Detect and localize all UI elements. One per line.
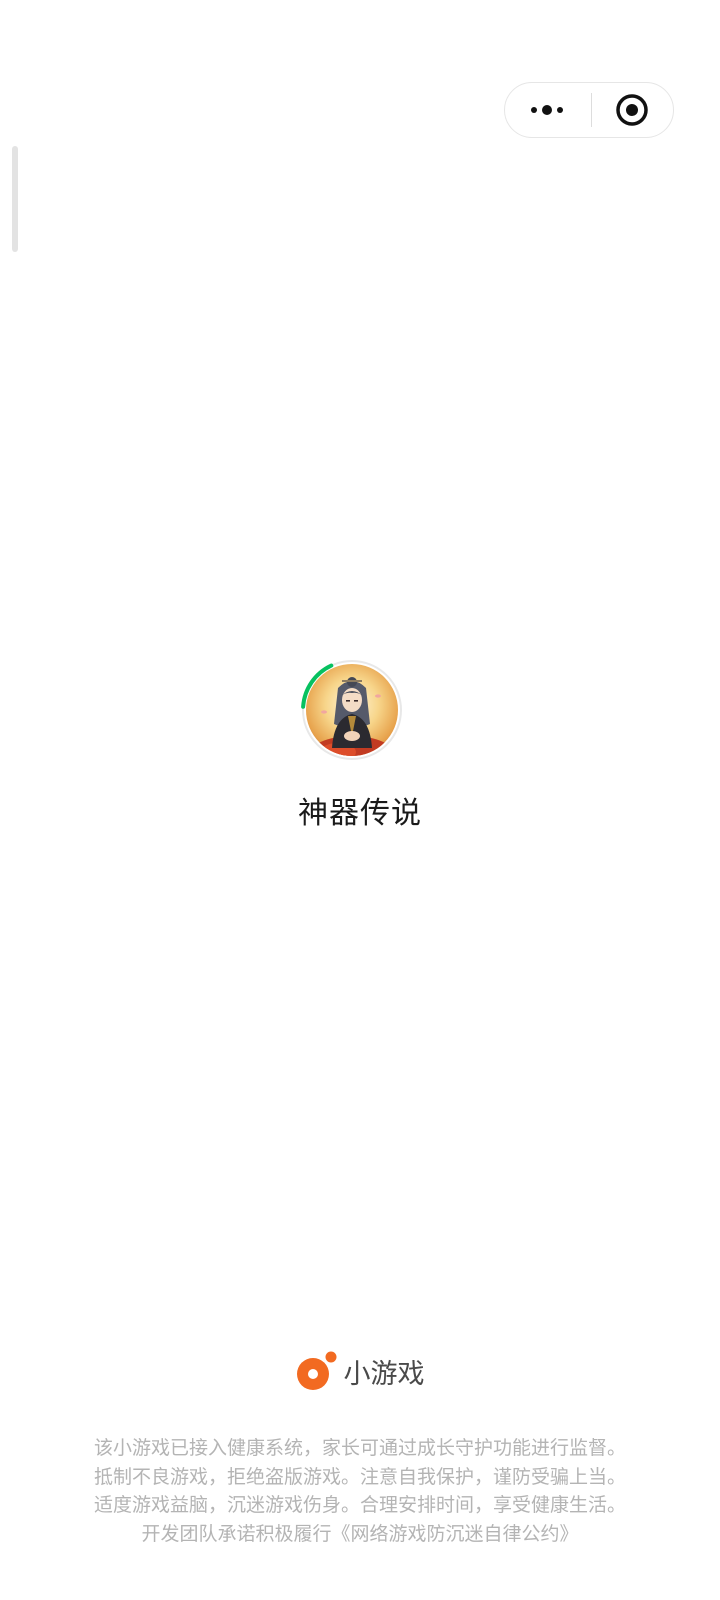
notice-line: 该小游戏已接入健康系统，家长可通过成长守护功能进行监督。 [93, 1437, 626, 1459]
more-button[interactable] [505, 83, 591, 137]
mini-game-brand: 小游戏 [0, 1348, 720, 1394]
game-character-avatar [301, 660, 402, 760]
notice-line: 抵制不良游戏，拒绝盗版游戏。注意自我保护，谨防受骗上当。 [93, 1465, 626, 1488]
game-title: 神器传说 [298, 796, 422, 831]
game-loading-indicator [298, 656, 406, 764]
close-button[interactable] [592, 83, 674, 137]
mini-program-capsule [504, 82, 674, 138]
notice-line: 适度游戏益脑，沉迷游戏伤身。合理安排时间，享受健康生活。 [93, 1494, 626, 1516]
scroll-indicator [12, 146, 18, 252]
mini-game-logo-icon [296, 1351, 336, 1390]
more-dots-icon [530, 105, 563, 115]
target-close-icon [616, 94, 648, 126]
health-notice: 该小游戏已接入健康系统，家长可通过成长守护功能进行监督。 抵制不良游戏，拒绝盗版… [0, 1434, 720, 1548]
notice-line: 开发团队承诺积极履行《网络游戏防沉迷自律公约》 [141, 1522, 579, 1545]
brand-label: 小游戏 [343, 1358, 425, 1390]
